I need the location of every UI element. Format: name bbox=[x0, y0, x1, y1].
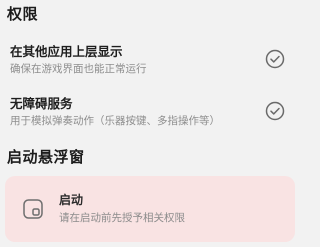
launch-title: 启动 bbox=[59, 193, 84, 207]
settings-screen: 权限 在其他应用上层显示 确保在游戏界面也能正常运行 无障碍服务 用于模拟弹奏动… bbox=[0, 0, 300, 247]
check-circle-icon bbox=[265, 101, 285, 121]
check-circle-icon bbox=[265, 49, 285, 69]
permission-item-description: 用于模拟弹奏动作（乐器按键、多指操作等） bbox=[10, 115, 220, 127]
launch-card[interactable]: 启动 请在启动前先授予相关权限 bbox=[5, 176, 295, 242]
permission-item-title: 无障碍服务 bbox=[10, 96, 73, 111]
launch-description: 请在启动前先授予相关权限 bbox=[59, 212, 185, 224]
permission-item-accessibility[interactable]: 无障碍服务 用于模拟弹奏动作（乐器按键、多指操作等） bbox=[0, 96, 300, 140]
floating-window-icon bbox=[23, 199, 43, 219]
permission-item-description: 确保在游戏界面也能正常运行 bbox=[10, 63, 147, 75]
floating-window-section-title: 启动悬浮窗 bbox=[7, 148, 85, 166]
permissions-section-title: 权限 bbox=[7, 5, 39, 23]
permission-item-overlay[interactable]: 在其他应用上层显示 确保在游戏界面也能正常运行 bbox=[0, 44, 300, 88]
permission-item-title: 在其他应用上层显示 bbox=[10, 44, 123, 59]
